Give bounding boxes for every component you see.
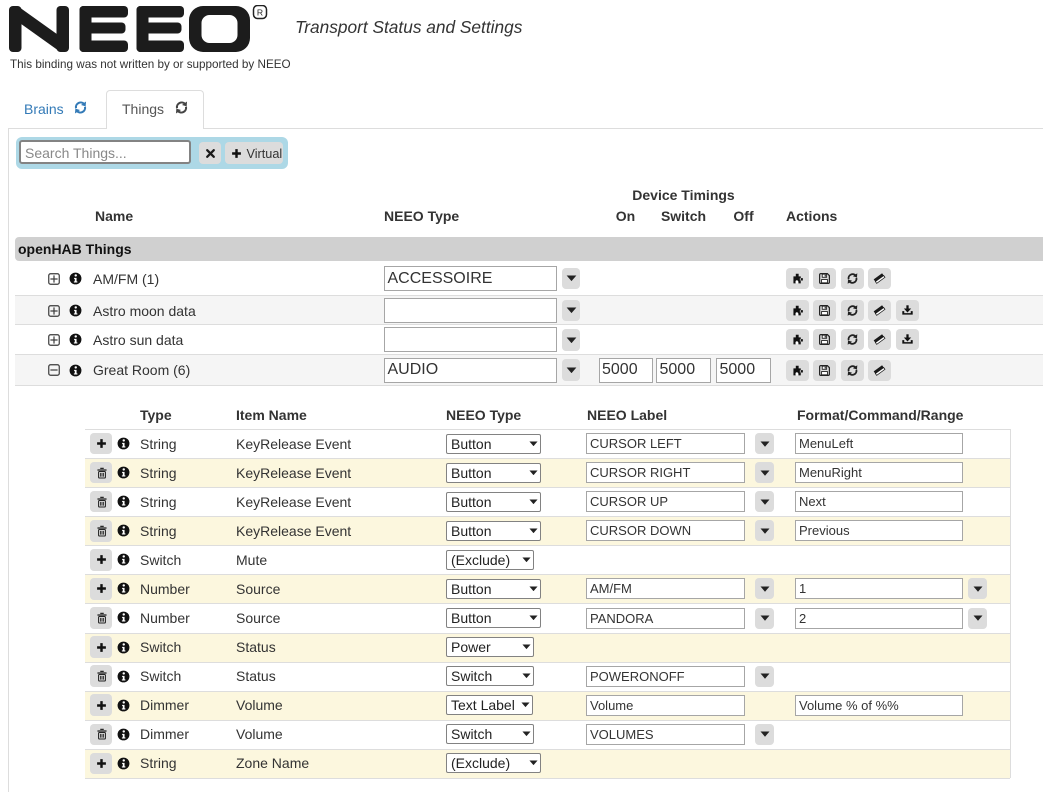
svg-text:R: R — [257, 7, 263, 17]
